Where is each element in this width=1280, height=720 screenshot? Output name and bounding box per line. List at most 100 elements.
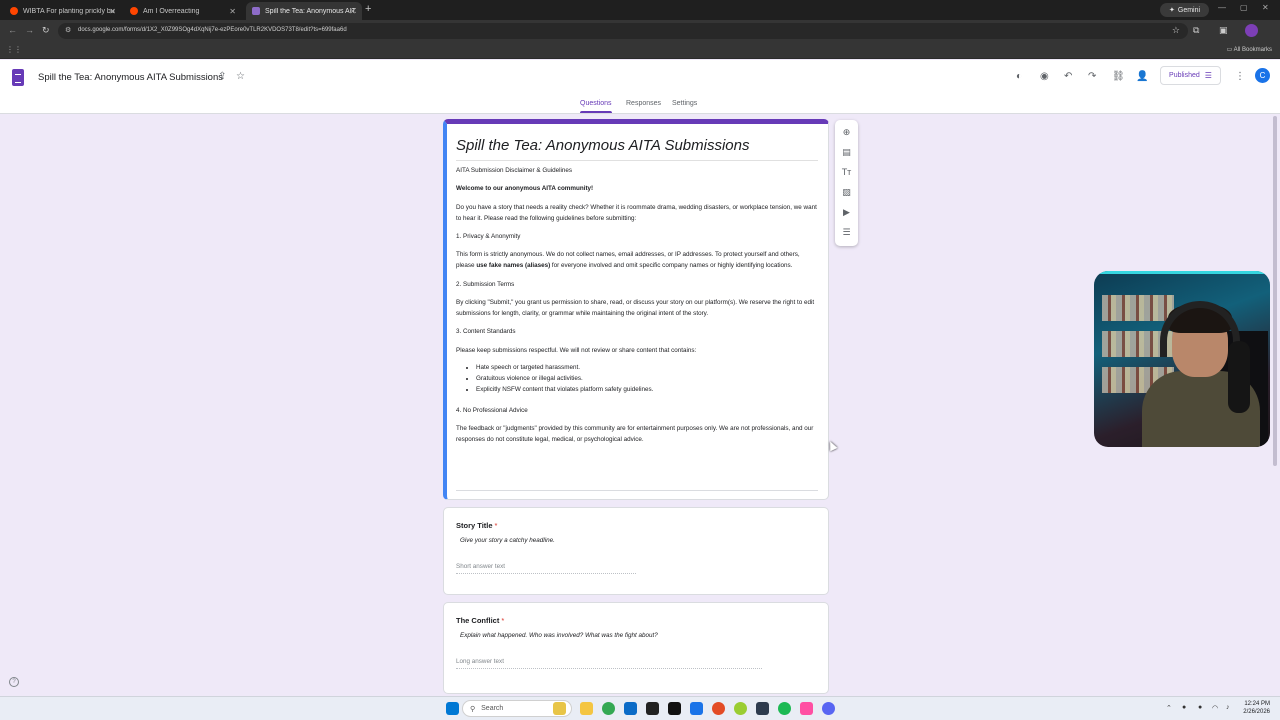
store-icon[interactable] xyxy=(624,702,637,715)
redo-icon[interactable]: ↷ xyxy=(1088,71,1096,82)
browser-tab-strip: WIBTA For planting prickly bu ✕ Am I Ove… xyxy=(0,0,1280,20)
scrollbar-thumb[interactable] xyxy=(1273,116,1277,466)
app-icon[interactable] xyxy=(712,702,725,715)
widgets-icon[interactable] xyxy=(553,702,566,715)
app-icon[interactable] xyxy=(800,702,813,715)
close-icon[interactable]: ✕ xyxy=(229,7,236,16)
tab-questions[interactable]: Questions xyxy=(580,100,612,113)
obs-icon[interactable] xyxy=(646,702,659,715)
back-icon[interactable]: ← xyxy=(8,25,17,35)
tab-responses[interactable]: Responses xyxy=(626,100,661,107)
add-collaborators-icon[interactable]: 👤 xyxy=(1136,71,1148,82)
reload-icon[interactable]: ↻ xyxy=(42,25,50,36)
browser-tab-wibta[interactable]: WIBTA For planting prickly bu ✕ xyxy=(4,2,122,20)
extensions-icon[interactable]: ⧉ xyxy=(1193,25,1199,36)
question-title: Story Title * xyxy=(456,521,498,530)
tray-app-icon[interactable]: ● xyxy=(1198,704,1202,711)
terminal-icon[interactable] xyxy=(756,702,769,715)
site-info-icon[interactable]: ⚙ xyxy=(65,26,71,34)
published-button[interactable]: Published ☰ xyxy=(1160,66,1221,85)
section-heading-submission-terms: 2. Submission Terms xyxy=(456,280,515,288)
page-scrollbar[interactable] xyxy=(1272,116,1278,696)
address-bar[interactable]: ⚙ docs.google.com/forms/d/1X2_X0Z99SOg4d… xyxy=(58,23,1188,39)
spotify-icon[interactable] xyxy=(778,702,791,715)
short-answer-placeholder: Short answer text xyxy=(456,563,636,574)
forms-header: Spill the Tea: Anonymous AITA Submission… xyxy=(0,60,1280,114)
add-title-description-icon[interactable]: Tт xyxy=(841,167,852,178)
google-forms-logo-icon[interactable] xyxy=(12,69,24,86)
chrome-icon[interactable] xyxy=(602,702,615,715)
submission-terms-text: By clicking "Submit," you grant us permi… xyxy=(456,298,815,317)
required-asterisk: * xyxy=(501,616,505,625)
discord-icon[interactable] xyxy=(822,702,835,715)
apps-grid-icon[interactable]: ⋮⋮ xyxy=(6,45,22,54)
add-section-icon[interactable]: ☰ xyxy=(841,227,852,238)
privacy-text: This form is strictly anonymous. We do n… xyxy=(456,251,800,270)
form-title[interactable]: Spill the Tea: Anonymous AITA Submission… xyxy=(456,137,749,154)
minimize-icon[interactable]: — xyxy=(1218,3,1226,12)
chevron-up-icon[interactable]: ⌃ xyxy=(1166,704,1172,712)
windows-start-icon[interactable] xyxy=(446,702,459,715)
forward-icon[interactable]: → xyxy=(25,25,34,35)
document-title[interactable]: Spill the Tea: Anonymous AITA Submission… xyxy=(38,72,223,83)
form-tabs: Questions Responses Settings xyxy=(0,98,1280,114)
microphone xyxy=(1228,341,1250,413)
reddit-favicon-icon xyxy=(10,7,18,15)
browser-tab-spill-the-tea[interactable]: Spill the Tea: Anonymous AITA ✕ xyxy=(246,2,362,20)
close-window-icon[interactable]: ✕ xyxy=(1262,3,1269,12)
close-icon[interactable]: ✕ xyxy=(109,7,116,16)
file-explorer-icon[interactable] xyxy=(580,702,593,715)
all-bookmarks-link[interactable]: ▭ All Bookmarks xyxy=(1227,46,1272,53)
star-icon[interactable]: ☆ xyxy=(236,71,245,82)
tune-icon: ☰ xyxy=(1204,71,1212,80)
more-options-icon[interactable]: ⋮ xyxy=(1235,71,1245,82)
form-header-card[interactable]: Spill the Tea: Anonymous AITA Submission… xyxy=(443,119,829,500)
copy-link-icon[interactable]: ⛓ xyxy=(1112,71,1125,82)
app-icon[interactable] xyxy=(690,702,703,715)
add-image-icon[interactable]: ▨ xyxy=(841,187,852,198)
browser-tab-am-i-overreacting[interactable]: Am I Overreacting ✕ xyxy=(124,2,242,20)
help-icon[interactable]: ? xyxy=(9,677,19,687)
prohibited-content-list: Hate speech or targeted harassment. Grat… xyxy=(476,363,818,395)
close-icon[interactable]: ✕ xyxy=(349,7,356,16)
tray-app-icon[interactable]: ● xyxy=(1182,704,1186,711)
description-subtitle: AITA Submission Disclaimer & Guidelines xyxy=(456,167,573,174)
long-answer-placeholder: Long answer text xyxy=(456,658,762,669)
question-card-the-conflict[interactable]: The Conflict * Explain what happened. Who… xyxy=(443,602,829,694)
no-advice-text: The feedback or "judgments" provided by … xyxy=(456,425,814,443)
move-to-folder-icon[interactable]: ⇪ xyxy=(218,71,226,82)
url-text: docs.google.com/forms/d/1X2_X0Z99SOg4dXq… xyxy=(78,27,347,33)
wifi-icon[interactable]: ◠ xyxy=(1212,704,1218,712)
form-description[interactable]: AITA Submission Disclaimer & Guidelines … xyxy=(456,166,818,453)
preview-eye-icon[interactable]: ◉ xyxy=(1040,71,1049,82)
new-tab-button[interactable]: + xyxy=(365,3,371,15)
intro-text: Do you have a story that needs a reality… xyxy=(456,203,817,222)
section-heading-privacy: 1. Privacy & Anonymity xyxy=(456,232,521,240)
account-avatar[interactable]: C xyxy=(1255,68,1270,83)
tiktok-icon[interactable] xyxy=(668,702,681,715)
collectibles-shelf xyxy=(1102,295,1174,321)
add-question-icon[interactable]: ⊕ xyxy=(841,127,852,138)
description-underline xyxy=(456,490,818,491)
maximize-icon[interactable]: ▢ xyxy=(1240,3,1248,12)
app-icon[interactable] xyxy=(734,702,747,715)
bookmark-star-icon[interactable]: ☆ xyxy=(1172,25,1180,36)
windows-taskbar: ⚲ Search ⌃ ● ● ◠ ♪ 12:24 PM 2/26/2026 xyxy=(0,696,1280,720)
system-clock[interactable]: 12:24 PM 2/26/2026 xyxy=(1243,700,1270,716)
import-questions-icon[interactable]: ▤ xyxy=(841,147,852,158)
tab-settings[interactable]: Settings xyxy=(672,100,697,107)
question-card-story-title[interactable]: Story Title * Give your story a catchy he… xyxy=(443,507,829,595)
profile-avatar[interactable] xyxy=(1245,24,1258,37)
content-standards-text: Please keep submissions respectful. We w… xyxy=(456,346,697,354)
question-side-toolbar: ⊕ ▤ Tт ▨ ▶ ☰ xyxy=(835,120,858,246)
clock-time: 12:24 PM xyxy=(1244,701,1270,707)
customize-theme-icon[interactable]: ◐ xyxy=(1016,71,1022,82)
list-item: Hate speech or targeted harassment. xyxy=(476,363,818,374)
undo-icon[interactable]: ↶ xyxy=(1064,71,1072,82)
side-panel-icon[interactable]: ▣ xyxy=(1219,25,1228,36)
list-item: Explicitly NSFW content that violates pl… xyxy=(476,385,818,396)
add-video-icon[interactable]: ▶ xyxy=(841,207,852,218)
browser-toolbar: ← → ↻ ⚙ docs.google.com/forms/d/1X2_X0Z9… xyxy=(0,20,1280,42)
volume-icon[interactable]: ♪ xyxy=(1226,704,1230,711)
gemini-button[interactable]: ✦ Gemini xyxy=(1160,3,1210,17)
